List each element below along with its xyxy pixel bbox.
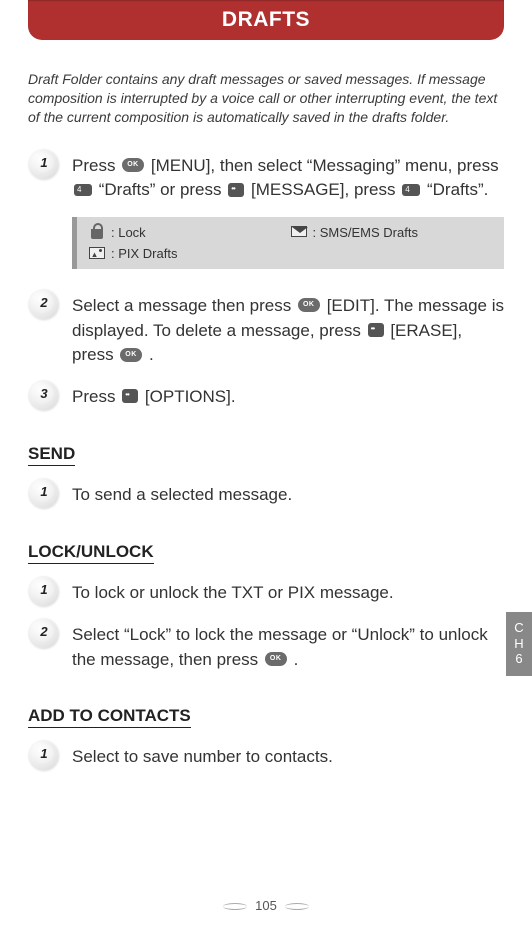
- ok-key-icon: [265, 652, 287, 666]
- step-text: Select to save number to contacts.: [72, 742, 333, 770]
- step-text-part: [OPTIONS].: [140, 387, 235, 406]
- legend-pix-label: : PIX Drafts: [111, 246, 177, 261]
- legend-sms-label: : SMS/EMS Drafts: [313, 225, 418, 240]
- step-text-part: “Drafts” or press: [94, 180, 226, 199]
- lock-icon: [89, 225, 105, 239]
- key-4-icon: [402, 184, 420, 196]
- intro-text: Draft Folder contains any draft messages…: [28, 70, 504, 127]
- legend-lock-label: : Lock: [111, 225, 146, 240]
- step-text: Press [MENU], then select “Messaging” me…: [72, 151, 504, 203]
- page-number-wrap: 105: [0, 896, 532, 915]
- step-text-part: .: [144, 345, 153, 364]
- legend-box: : Lock : SMS/EMS Drafts : PIX Drafts: [72, 217, 504, 269]
- page-title: DRAFTS: [28, 0, 504, 40]
- chapter-number: 6: [506, 651, 532, 667]
- legend-sms: : SMS/EMS Drafts: [291, 225, 493, 240]
- step-number: 1: [28, 576, 58, 606]
- section-add-title: ADD TO CONTACTS: [28, 706, 191, 728]
- softkey-icon: [368, 323, 384, 337]
- step-row: 2 Select a message then press [EDIT]. The…: [28, 291, 504, 368]
- step-text: Press [OPTIONS].: [72, 382, 236, 410]
- step-text-part: To lock or unlock the TXT or PIX message…: [72, 583, 394, 602]
- step-row: 1 To lock or unlock the TXT or PIX messag…: [28, 578, 504, 606]
- step-text-part: To send a selected message.: [72, 485, 292, 504]
- ok-key-icon: [120, 348, 142, 362]
- softkey-icon: [122, 389, 138, 403]
- step-number: 1: [28, 740, 58, 770]
- step-text-part: Press: [72, 387, 120, 406]
- step-text-part: Select to save number to contacts.: [72, 747, 333, 766]
- step-row: 3 Press [OPTIONS].: [28, 382, 504, 410]
- softkey-icon: [228, 183, 244, 197]
- step-text-part: Select a message then press: [72, 296, 296, 315]
- step-text: To lock or unlock the TXT or PIX message…: [72, 578, 394, 606]
- chapter-letter-c: C: [506, 620, 532, 636]
- step-number: 2: [28, 289, 58, 319]
- step-number: 2: [28, 618, 58, 648]
- step-number: 1: [28, 478, 58, 508]
- key-4-icon: [74, 184, 92, 196]
- section-send-title: SEND: [28, 444, 75, 466]
- step-row: 2 Select “Lock” to lock the message or “U…: [28, 620, 504, 672]
- chapter-letter-h: H: [506, 636, 532, 652]
- step-text-part: “Drafts”.: [422, 180, 488, 199]
- picture-icon: [89, 246, 105, 260]
- step-row: 1 Press [MENU], then select “Messaging” m…: [28, 151, 504, 203]
- step-text-part: Press: [72, 156, 120, 175]
- legend-lock: : Lock: [89, 225, 291, 240]
- chapter-tab: C H 6: [506, 612, 532, 676]
- step-row: 1 To send a selected message.: [28, 480, 504, 508]
- step-text-part: [MESSAGE], press: [246, 180, 400, 199]
- step-text: To send a selected message.: [72, 480, 292, 508]
- page-number: 105: [245, 896, 287, 915]
- step-text: Select a message then press [EDIT]. The …: [72, 291, 504, 368]
- ok-key-icon: [298, 298, 320, 312]
- step-number: 1: [28, 149, 58, 179]
- step-row: 1 Select to save number to contacts.: [28, 742, 504, 770]
- ok-key-icon: [122, 158, 144, 172]
- header-tab: DRAFTS: [28, 0, 504, 50]
- legend-pix: : PIX Drafts: [89, 246, 291, 261]
- step-text: Select “Lock” to lock the message or “Un…: [72, 620, 504, 672]
- step-number: 3: [28, 380, 58, 410]
- envelope-icon: [291, 225, 307, 239]
- content: Draft Folder contains any draft messages…: [0, 50, 532, 770]
- step-text-part: [MENU], then select “Messaging” menu, pr…: [146, 156, 498, 175]
- section-lock-title: LOCK/UNLOCK: [28, 542, 154, 564]
- step-text-part: .: [289, 650, 298, 669]
